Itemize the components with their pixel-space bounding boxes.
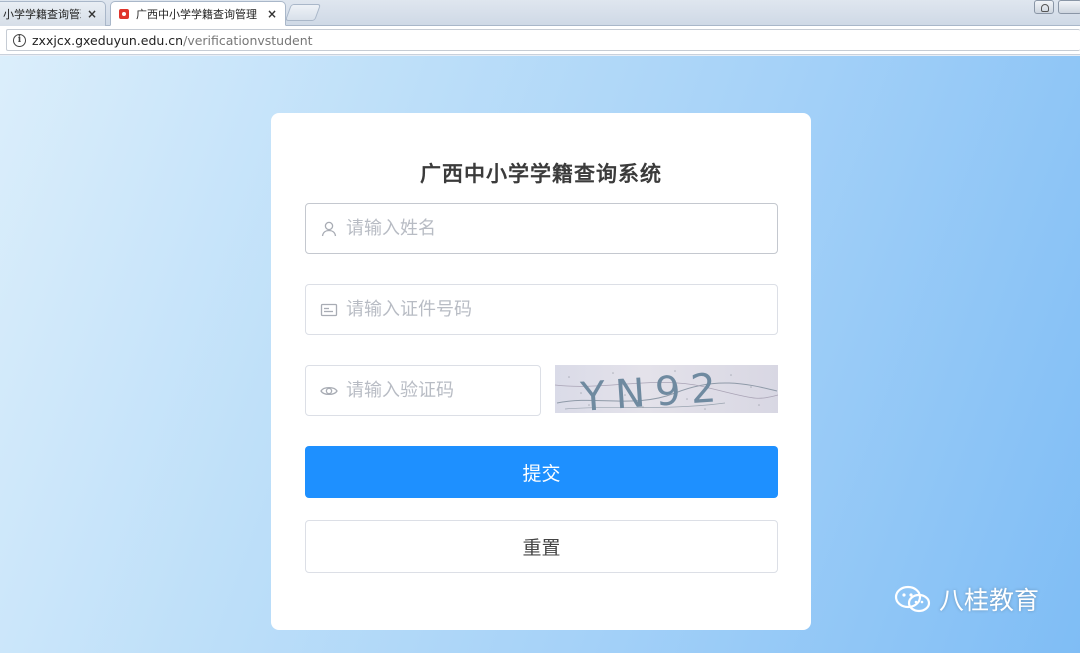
- browser-tab-active[interactable]: 广西中小学学籍查询管理 ×: [110, 1, 286, 26]
- new-tab-button[interactable]: [284, 4, 322, 21]
- id-card-icon: [320, 303, 338, 316]
- wechat-icon: [894, 585, 931, 613]
- site-info-icon[interactable]: i: [13, 33, 26, 47]
- url-host: zxxjcx.gxeduyun.edu.cn: [32, 32, 184, 48]
- url-path: /verificationvstudent: [183, 32, 313, 48]
- browser-tab-bar: 小学学籍查询管理 × 广西中小学学籍查询管理 ×: [0, 0, 1080, 26]
- captcha-image[interactable]: YN92: [555, 365, 778, 413]
- user-icon: [321, 221, 337, 236]
- address-bar: i zxxjcx.gxeduyun.edu.cn/verificationvst…: [0, 26, 1080, 55]
- id-number-field[interactable]: [305, 284, 778, 335]
- captcha-input[interactable]: [346, 380, 540, 401]
- captcha-text: YN92: [578, 365, 727, 413]
- captcha-graphic: YN92: [555, 365, 778, 413]
- page-background: 广西中小学学籍查询系统 请输入姓名 请输入证件号码 请输入验证码 YN92 提交…: [0, 56, 1080, 653]
- watermark-text: 八桂教育: [939, 586, 1040, 615]
- eye-icon: [320, 386, 338, 395]
- tab-label: 广西中小学学籍查询管理: [136, 7, 257, 21]
- captcha-field[interactable]: [305, 365, 541, 416]
- reset-button[interactable]: 重置: [305, 520, 778, 573]
- submit-button[interactable]: 提交: [305, 446, 778, 498]
- url-field[interactable]: i zxxjcx.gxeduyun.edu.cn/verificationvst…: [6, 29, 1080, 51]
- minimize-button[interactable]: [1058, 0, 1080, 14]
- watermark: 八桂教育: [893, 581, 1039, 617]
- page-title: 广西中小学学籍查询系统: [420, 162, 662, 186]
- tab-label: 小学学籍查询管理: [3, 8, 81, 21]
- name-input[interactable]: [346, 218, 777, 239]
- login-card: 广西中小学学籍查询系统 请输入姓名 请输入证件号码 请输入验证码 YN92 提交…: [271, 113, 811, 630]
- id-number-input[interactable]: [346, 299, 777, 320]
- site-favicon-icon: [119, 8, 129, 19]
- browser-tab-inactive[interactable]: 小学学籍查询管理 ×: [0, 1, 106, 26]
- name-field[interactable]: [305, 203, 778, 254]
- tab-close-icon[interactable]: ×: [87, 7, 97, 21]
- profile-icon[interactable]: [1034, 0, 1054, 14]
- tab-close-icon[interactable]: ×: [267, 7, 277, 21]
